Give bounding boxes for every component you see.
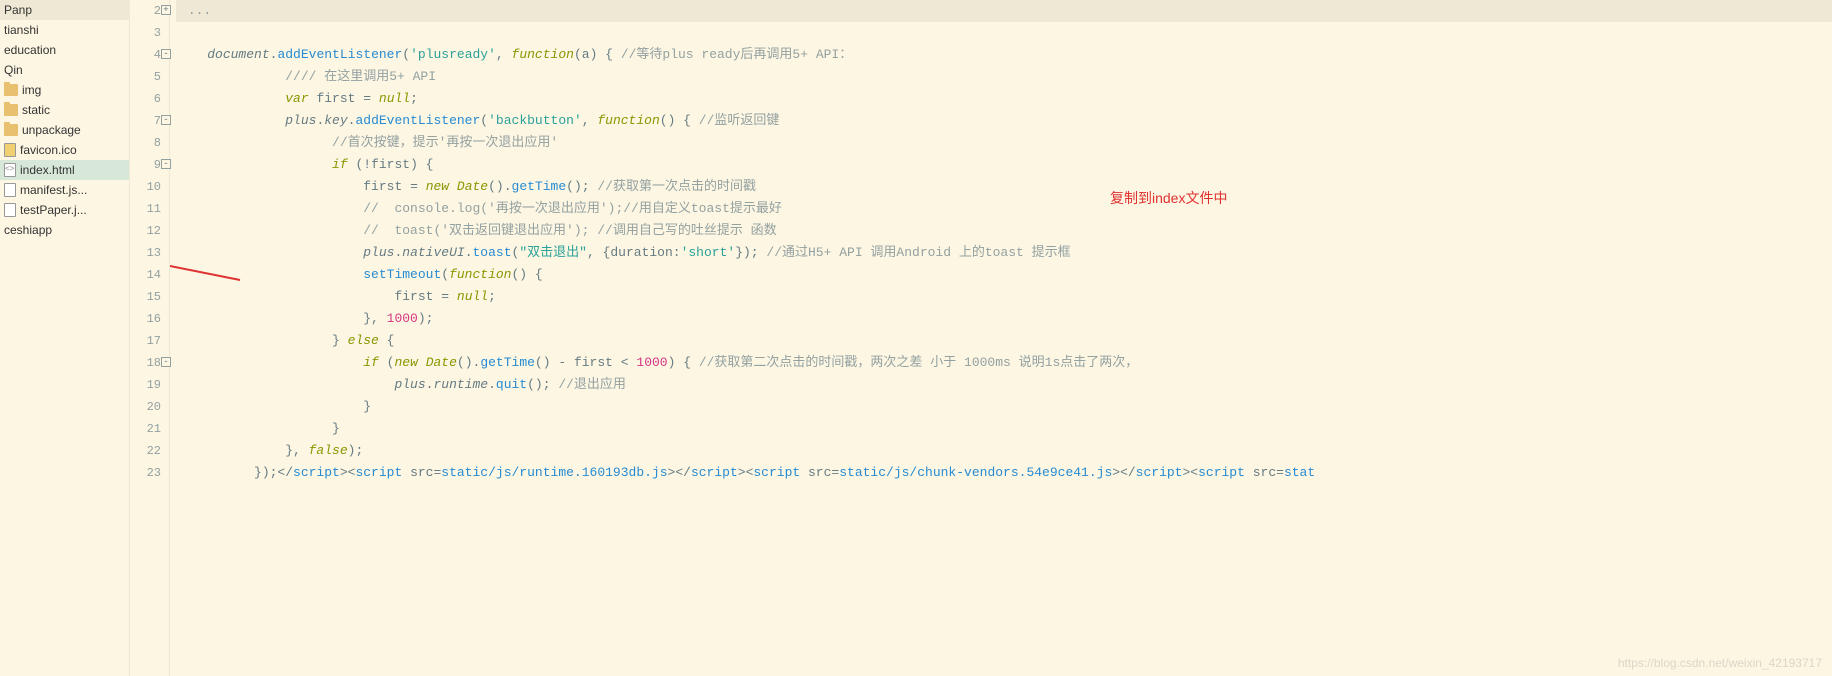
line-number: 9- (130, 154, 169, 176)
code-line: }, 1000); (176, 308, 1832, 330)
tree-label: static (22, 103, 50, 117)
folder-icon (4, 104, 18, 116)
code-line: plus.runtime.quit(); //退出应用 (176, 374, 1832, 396)
code-line: plus.nativeUI.toast("双击退出", {duration:'s… (176, 242, 1832, 264)
tree-item-img[interactable]: img (0, 80, 129, 100)
tree-label: favicon.ico (20, 143, 77, 157)
line-number: 16 (130, 308, 169, 330)
code-editor[interactable]: 2+ 3 4- 5 6 7- 8 9- 10 11 12 13 14 15 16… (130, 0, 1832, 676)
line-number: 5 (130, 66, 169, 88)
tree-item-qin[interactable]: Qin (0, 60, 129, 80)
tree-item-static[interactable]: static (0, 100, 129, 120)
tree-item-index-html[interactable]: index.html (0, 160, 129, 180)
tree-label: unpackage (22, 123, 81, 137)
tree-label: img (22, 83, 41, 97)
annotation-text: 复制到index文件中 (1110, 188, 1227, 208)
line-number: 10 (130, 176, 169, 198)
line-number: 13 (130, 242, 169, 264)
line-number: 3 (130, 22, 169, 44)
code-line: // console.log('再按一次退出应用');//用自定义toast提示… (176, 198, 1832, 220)
folder-icon (4, 124, 18, 136)
line-number: 20 (130, 396, 169, 418)
code-line: } else { (176, 330, 1832, 352)
line-number: 11 (130, 198, 169, 220)
code-line: document.addEventListener('plusready', f… (176, 44, 1832, 66)
code-line: } (176, 396, 1832, 418)
code-line: if (!first) { (176, 154, 1832, 176)
line-number: 17 (130, 330, 169, 352)
line-number: 14 (130, 264, 169, 286)
tree-item-ceshiapp[interactable]: ceshiapp (0, 220, 129, 240)
code-line: ... (176, 0, 1832, 22)
code-line: //// 在这里调用5+ API (176, 66, 1832, 88)
tree-item-testpaper[interactable]: testPaper.j... (0, 200, 129, 220)
tree-item-panp[interactable]: Panp (0, 0, 129, 20)
line-number: 8 (130, 132, 169, 154)
tree-label: manifest.js... (20, 183, 87, 197)
line-number: 23 (130, 462, 169, 484)
code-line: first = new Date().getTime(); //获取第一次点击的… (176, 176, 1832, 198)
line-number: 4- (130, 44, 169, 66)
tree-item-tianshi[interactable]: tianshi (0, 20, 129, 40)
code-area[interactable]: ... document.addEventListener('plusready… (170, 0, 1832, 676)
file-icon (4, 143, 16, 157)
line-number: 19 (130, 374, 169, 396)
line-number: 7- (130, 110, 169, 132)
line-number: 21 (130, 418, 169, 440)
code-line: // toast('双击返回键退出应用'); //调用自己写的吐丝提示 函数 (176, 220, 1832, 242)
code-line: if (new Date().getTime() - first < 1000)… (176, 352, 1832, 374)
line-number: 12 (130, 220, 169, 242)
line-number: 15 (130, 286, 169, 308)
code-line: var first = null; (176, 88, 1832, 110)
file-icon (4, 183, 16, 197)
tree-label: Panp (4, 3, 32, 17)
folder-icon (4, 84, 18, 96)
watermark-text: https://blog.csdn.net/weixin_42193717 (1618, 656, 1822, 670)
code-line (176, 22, 1832, 44)
tree-label: ceshiapp (4, 223, 52, 237)
code-line: }, false); (176, 440, 1832, 462)
line-number-gutter: 2+ 3 4- 5 6 7- 8 9- 10 11 12 13 14 15 16… (130, 0, 170, 676)
tree-label: tianshi (4, 23, 39, 37)
tree-item-unpackage[interactable]: unpackage (0, 120, 129, 140)
tree-item-education[interactable]: education (0, 40, 129, 60)
tree-label: testPaper.j... (20, 203, 87, 217)
code-line: } (176, 418, 1832, 440)
tree-label: education (4, 43, 56, 57)
code-line: plus.key.addEventListener('backbutton', … (176, 110, 1832, 132)
code-line: first = null; (176, 286, 1832, 308)
tree-label: index.html (20, 163, 75, 177)
file-tree-sidebar: Panp tianshi education Qin img static un… (0, 0, 130, 676)
tree-item-favicon[interactable]: favicon.ico (0, 140, 129, 160)
code-line: //首次按键，提示'再按一次退出应用' (176, 132, 1832, 154)
line-number: 2+ (130, 0, 169, 22)
tree-item-manifest[interactable]: manifest.js... (0, 180, 129, 200)
code-line: setTimeout(function() { (176, 264, 1832, 286)
line-number: 22 (130, 440, 169, 462)
tree-label: Qin (4, 63, 23, 77)
line-number: 18- (130, 352, 169, 374)
file-icon (4, 163, 16, 177)
file-icon (4, 203, 16, 217)
line-number: 6 (130, 88, 169, 110)
code-line: });</script><script src=static/js/runtim… (176, 462, 1832, 484)
